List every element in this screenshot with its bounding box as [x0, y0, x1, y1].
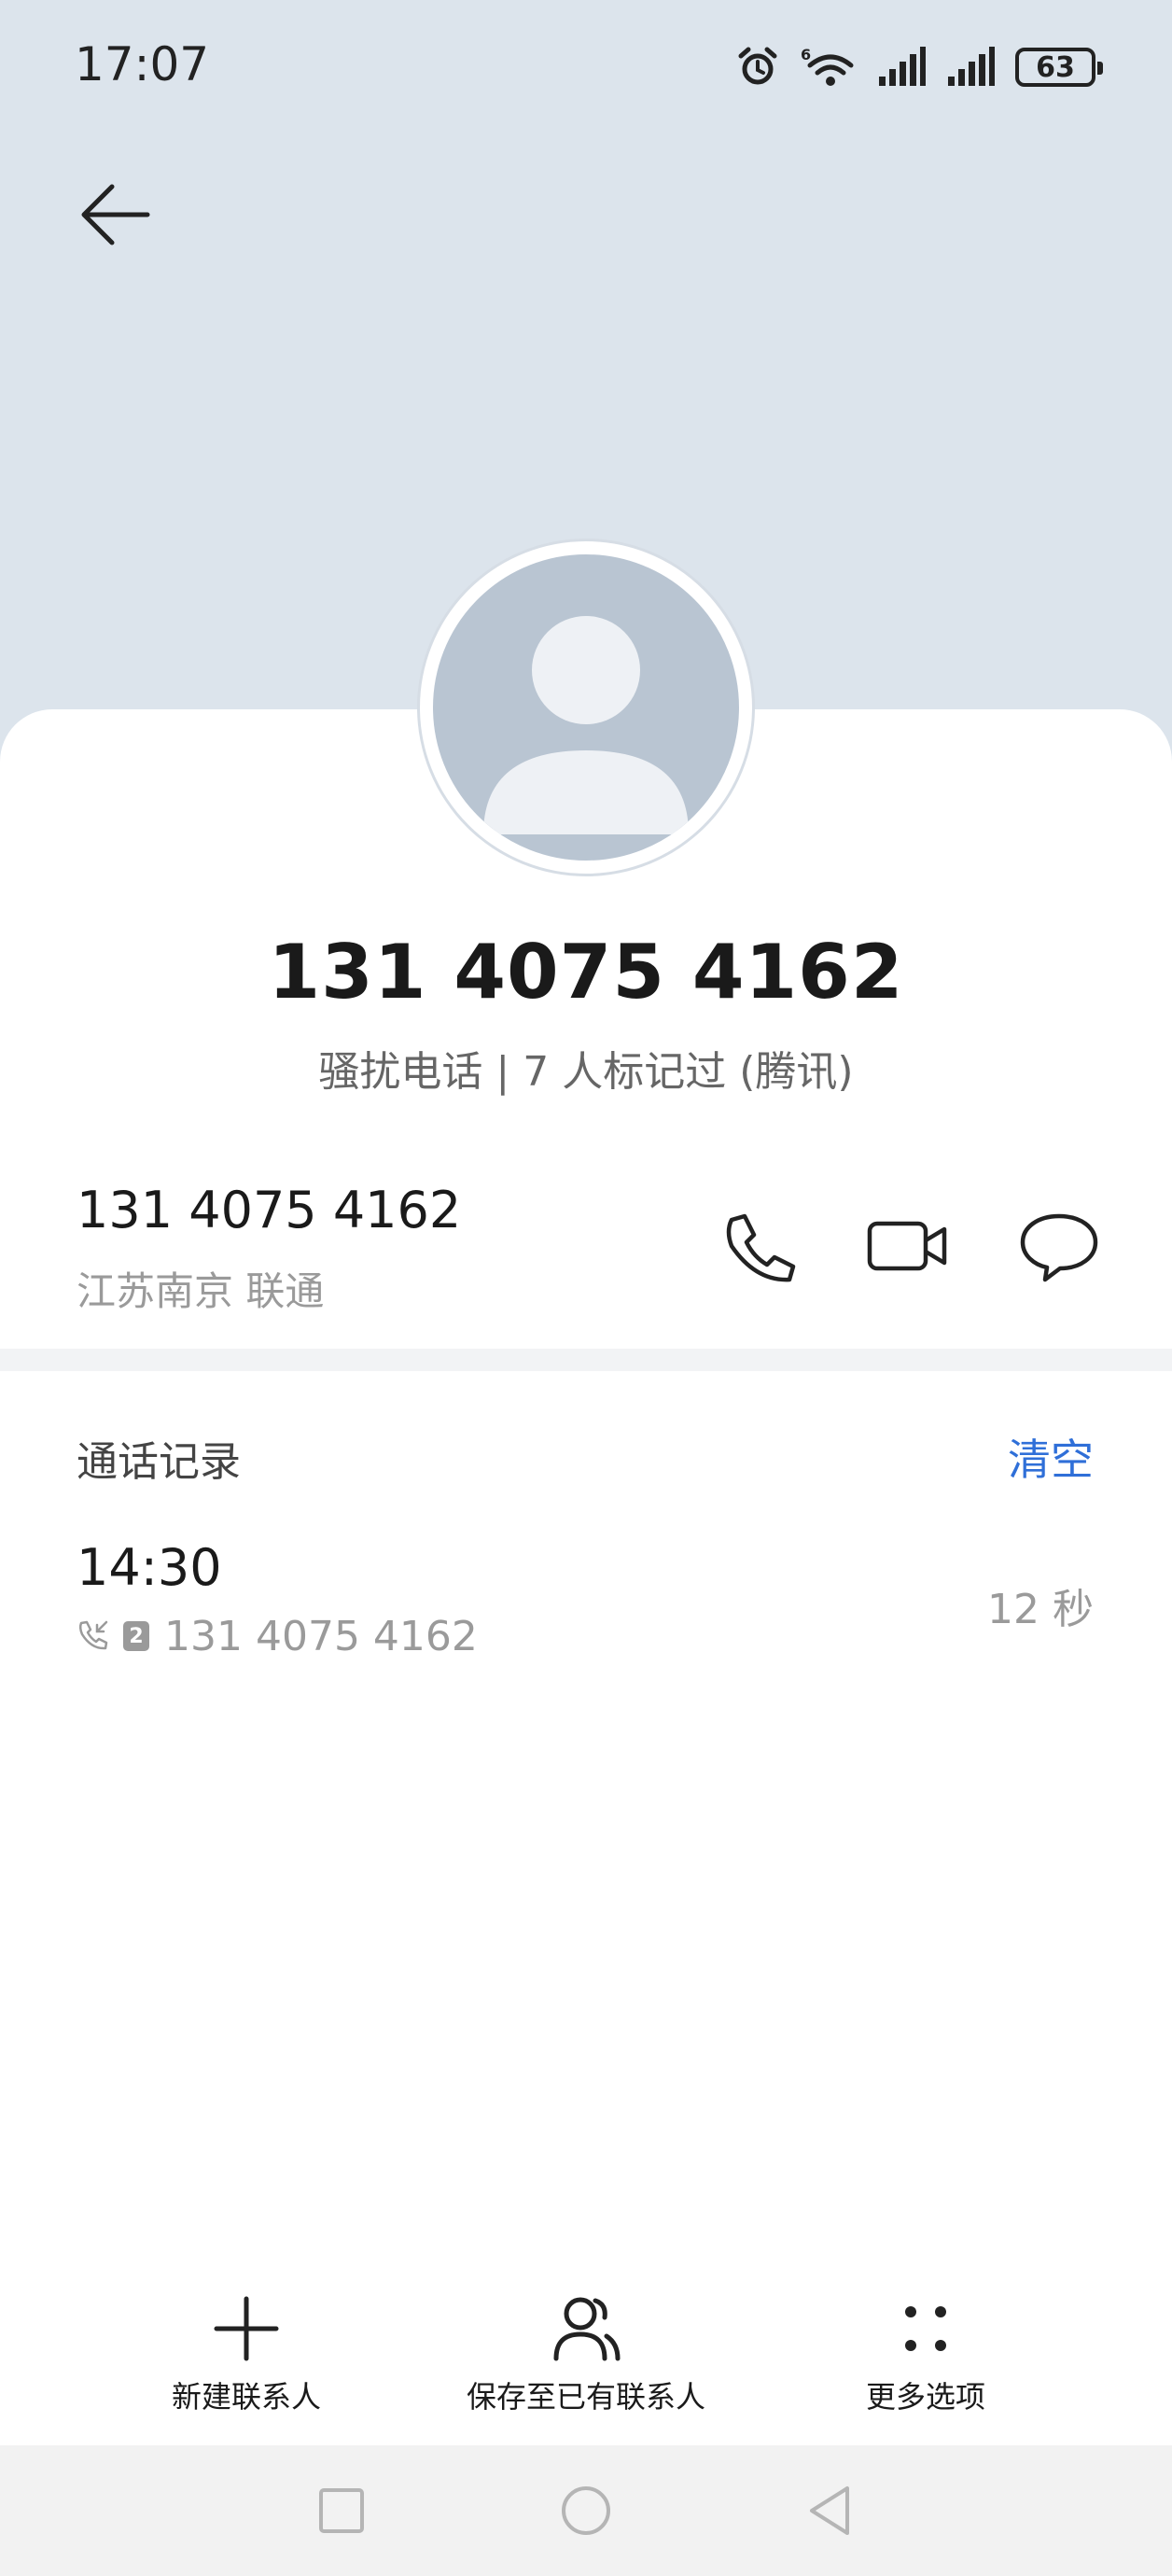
alarm-icon	[738, 47, 777, 85]
status-time: 17:07	[75, 37, 210, 91]
spam-tag-line: 骚扰电话 | 7 人标记过 (腾讯)	[318, 1048, 854, 1096]
section-divider	[0, 1349, 1172, 1371]
status-icons: 6 63	[735, 39, 1103, 95]
back-arrow-icon[interactable]	[73, 177, 157, 252]
phone-location: 江苏南京 联通	[77, 1268, 325, 1314]
more-options-label: 更多选项	[865, 2379, 985, 2415]
save-to-existing-contact-button[interactable]: 保存至已有联系人	[418, 2291, 754, 2416]
call-log-time: 14:30	[77, 1538, 222, 1597]
sim-badge: 2	[123, 1621, 149, 1651]
message-icon[interactable]	[1017, 1209, 1101, 1283]
incoming-call-icon	[78, 1620, 108, 1650]
contacts-icon	[553, 2297, 621, 2361]
clear-call-log-button[interactable]: 清空	[1008, 1426, 1094, 1488]
new-contact-label: 新建联系人	[171, 2379, 321, 2415]
contact-title-number: 131 4075 4162	[268, 929, 904, 1015]
status-bar: 17:07 6 63	[0, 0, 1172, 131]
more-dots-icon	[905, 2306, 946, 2351]
call-log-title: 通话记录	[77, 1438, 241, 1486]
call-log-number: 131 4075 4162	[164, 1612, 478, 1660]
back-nav-icon[interactable]	[802, 2483, 858, 2539]
battery-indicator: 63	[1015, 48, 1103, 87]
save-to-existing-label: 保存至已有联系人	[466, 2379, 705, 2415]
home-icon[interactable]	[558, 2483, 614, 2539]
phone-icon[interactable]	[719, 1209, 802, 1283]
network-type-label: 6	[801, 46, 811, 63]
system-nav-bar	[0, 2445, 1172, 2576]
signal-sim2-icon	[948, 47, 995, 86]
plus-icon	[214, 2296, 279, 2361]
new-contact-button[interactable]: 新建联系人	[78, 2291, 414, 2416]
call-log-duration: 12 秒	[987, 1586, 1094, 1633]
call-log-details: 2 131 4075 4162	[77, 1611, 478, 1661]
more-options-button[interactable]: 更多选项	[758, 2291, 1094, 2416]
video-call-icon[interactable]	[866, 1209, 950, 1283]
avatar	[420, 541, 752, 874]
wifi-icon: 6	[801, 46, 854, 86]
phone-number[interactable]: 131 4075 4162	[77, 1181, 461, 1239]
signal-sim1-icon	[879, 47, 926, 86]
default-avatar-icon	[483, 616, 689, 834]
recent-apps-icon[interactable]	[314, 2483, 370, 2539]
